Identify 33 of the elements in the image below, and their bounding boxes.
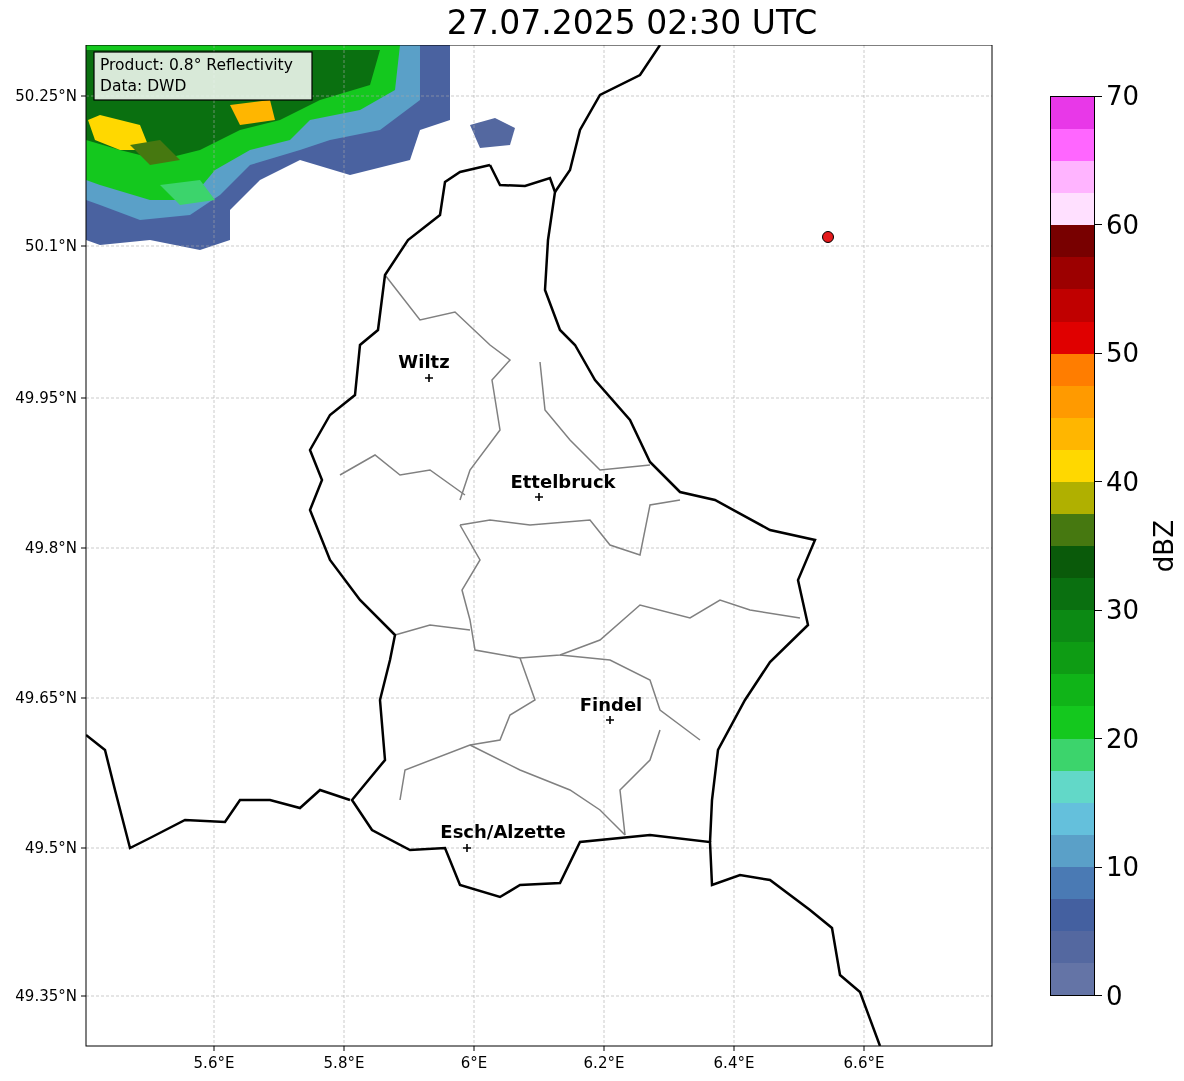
longitude-label: 5.6°E — [193, 1054, 235, 1072]
latitude-label: 49.95°N — [15, 389, 77, 407]
city-marker-icon — [462, 843, 472, 853]
scale-tick-label: 0 — [1106, 980, 1123, 1011]
info-text: Data: DWD — [100, 77, 187, 95]
city-marker-icon — [605, 715, 615, 725]
scale-tick-label: 40 — [1106, 466, 1140, 497]
longitude-label: 6.6°E — [843, 1054, 885, 1072]
scale-tick-label: 70 — [1106, 81, 1140, 111]
longitude-label: 6.2°E — [583, 1054, 625, 1072]
city-marker-icon — [424, 373, 434, 383]
latitude-label: 49.65°N — [15, 689, 77, 707]
scale-tick-label: 30 — [1106, 595, 1140, 626]
chart-title: 27.07.2025 02:30 UTC — [445, 2, 819, 44]
latitude-label: 50.1°N — [24, 237, 77, 255]
scale-unit-label: dBZ — [1149, 519, 1180, 573]
latitude-label: 49.8°N — [24, 539, 77, 557]
scale-tick-label: 10 — [1106, 852, 1140, 883]
longitude-label: 5.8°E — [323, 1054, 365, 1072]
city-label: Esch/Alzette — [440, 821, 566, 842]
longitude-label: 6°E — [460, 1054, 488, 1072]
latitude-label: 49.5°N — [24, 839, 77, 857]
scale-tick-label: 50 — [1106, 338, 1140, 369]
latitude-label: 49.35°N — [15, 987, 77, 1005]
latitude-label: 50.25°N — [15, 87, 77, 105]
city-label: Findel — [579, 694, 643, 715]
info-text: Product: 0.8° Reflectivity — [100, 56, 293, 74]
longitude-label: 6.4°E — [713, 1054, 755, 1072]
scale-tick-label: 60 — [1106, 209, 1140, 240]
city-marker-icon — [534, 492, 544, 502]
scale-tick-label: 20 — [1106, 723, 1140, 754]
city-label: Wiltz — [398, 351, 450, 372]
city-label: Ettelbruck — [510, 471, 616, 492]
